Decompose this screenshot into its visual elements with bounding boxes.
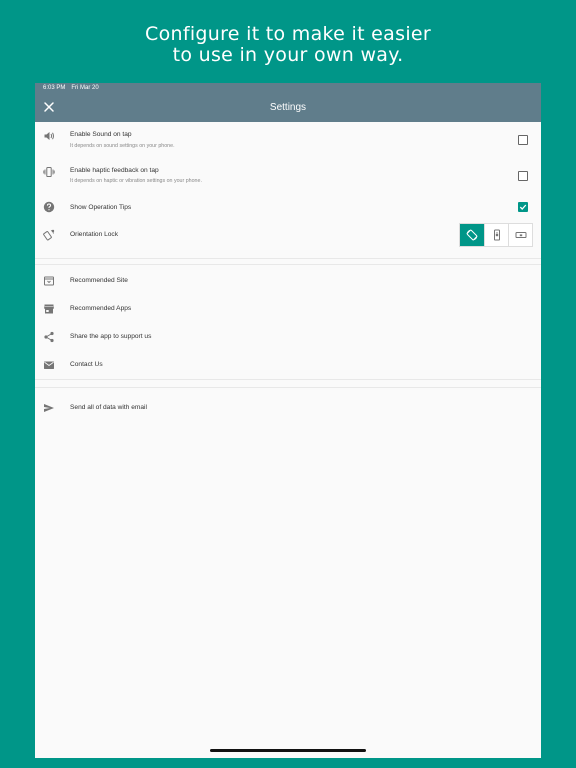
link-recommended-apps-label: Recommended Apps <box>70 305 132 312</box>
device-screen: 6:03 PM Fri Mar 20 Settings Enable Sound … <box>35 83 541 758</box>
setting-sound-title: Enable Sound on tap <box>70 131 132 138</box>
orientation-landscape-button[interactable] <box>508 224 532 246</box>
link-recommended-site-label: Recommended Site <box>70 277 128 284</box>
setting-sound-subtitle: It depends on sound settings on your pho… <box>70 143 175 149</box>
portrait-lock-icon <box>494 229 500 241</box>
promo-headline: Configure it to make it easier to use in… <box>0 24 576 66</box>
setting-tips-title: Show Operation Tips <box>70 204 132 211</box>
orientation-portrait-button[interactable] <box>484 224 508 246</box>
setting-tips[interactable]: Show Operation Tips <box>35 199 541 217</box>
share-icon <box>44 331 54 343</box>
mail-icon <box>44 361 54 369</box>
setting-sound[interactable]: Enable Sound on tap It depends on sound … <box>35 127 541 157</box>
headline-line-2: to use in your own way. <box>172 44 404 66</box>
landscape-lock-icon <box>515 232 527 238</box>
setting-haptic-subtitle: It depends on haptic or vibration settin… <box>70 178 202 184</box>
sound-checkbox[interactable] <box>518 135 528 145</box>
send-data-email-label: Send all of data with email <box>70 404 147 411</box>
home-indicator[interactable] <box>210 749 366 752</box>
setting-haptic[interactable]: Enable haptic feedback on tap It depends… <box>35 163 541 193</box>
send-icon <box>44 404 54 412</box>
link-recommended-apps[interactable]: Recommended Apps <box>35 300 541 318</box>
section-divider <box>35 258 541 259</box>
setting-orientation-title: Orientation Lock <box>70 231 119 238</box>
vibration-icon <box>43 167 55 177</box>
help-icon <box>43 201 55 213</box>
haptic-checkbox[interactable] <box>518 171 528 181</box>
tips-checkbox[interactable] <box>518 202 528 212</box>
link-share-app[interactable]: Share the app to support us <box>35 328 541 346</box>
volume-icon <box>44 132 54 140</box>
screen-rotation-icon <box>466 229 478 241</box>
section-divider <box>35 387 541 388</box>
link-contact-us[interactable]: Contact Us <box>35 356 541 374</box>
send-data-email[interactable]: Send all of data with email <box>35 399 541 417</box>
screen-rotation-icon <box>43 229 55 241</box>
link-share-app-label: Share the app to support us <box>70 333 152 340</box>
status-bar: 6:03 PM Fri Mar 20 <box>43 85 99 91</box>
link-recommended-site[interactable]: Recommended Site <box>35 272 541 290</box>
check-icon <box>519 204 527 210</box>
status-date: Fri Mar 20 <box>71 85 99 91</box>
orientation-toggle <box>459 223 533 247</box>
orientation-auto-button[interactable] <box>460 224 484 246</box>
headline-line-1: Configure it to make it easier <box>145 23 431 45</box>
page-title: Settings <box>269 102 307 113</box>
app-bar: 6:03 PM Fri Mar 20 Settings <box>35 83 541 122</box>
status-time: 6:03 PM <box>43 85 66 91</box>
web-icon <box>44 276 54 286</box>
section-divider <box>35 379 541 380</box>
store-icon <box>44 304 54 314</box>
section-divider <box>35 264 541 265</box>
link-contact-us-label: Contact Us <box>70 361 103 368</box>
setting-haptic-title: Enable haptic feedback on tap <box>70 167 159 174</box>
